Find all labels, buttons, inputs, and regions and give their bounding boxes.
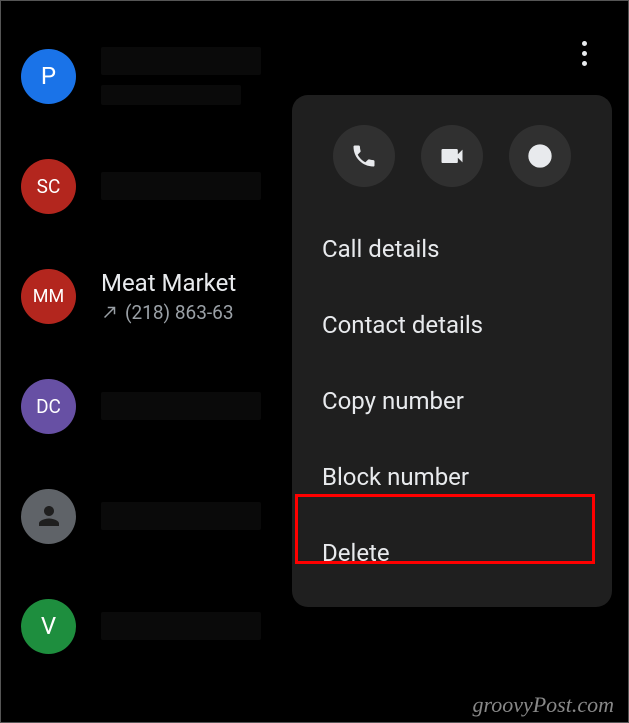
kebab-dot [582,61,587,66]
contact-info [101,502,261,530]
context-menu: Call details Contact details Copy number… [292,95,612,607]
redacted-name [101,612,261,640]
kebab-dot [582,41,587,46]
avatar-initials: MM [33,286,64,307]
video-icon [438,142,466,170]
avatar-initials: P [41,62,56,90]
redacted-name [101,47,261,75]
redacted-detail [101,85,241,105]
contact-name: Meat Market [101,269,236,297]
menu-delete[interactable]: Delete [292,515,612,591]
watermark: groovyPost.com [472,692,614,718]
avatar[interactable]: SC [21,159,76,214]
contact-detail: (218) 863-63 [101,301,236,324]
contact-info: Meat Market (218) 863-63 [101,269,236,324]
redacted-name [101,502,261,530]
quick-actions [292,111,612,211]
contact-info [101,172,261,200]
avatar[interactable]: MM [21,269,76,324]
avatar-initials: SC [37,175,61,198]
contact-info [101,392,261,420]
message-icon [526,142,554,170]
call-button[interactable] [333,125,395,187]
more-options-button[interactable] [570,39,598,67]
menu-block-number[interactable]: Block number [292,439,612,515]
message-button[interactable] [509,125,571,187]
phone-number: (218) 863-63 [125,301,234,324]
redacted-name [101,392,261,420]
contact-info [101,612,261,640]
avatar-initials: V [41,612,56,640]
person-icon [34,501,64,531]
redacted-name [101,172,261,200]
menu-copy-number[interactable]: Copy number [292,363,612,439]
avatar[interactable]: DC [21,379,76,434]
video-call-button[interactable] [421,125,483,187]
kebab-dot [582,51,587,56]
menu-contact-details[interactable]: Contact details [292,287,612,363]
menu-call-details[interactable]: Call details [292,211,612,287]
phone-icon [350,142,378,170]
outgoing-call-icon [101,303,119,321]
avatar[interactable]: V [21,599,76,654]
contact-info [101,47,261,105]
avatar-initials: DC [36,395,61,418]
avatar[interactable] [21,489,76,544]
avatar[interactable]: P [21,49,76,104]
